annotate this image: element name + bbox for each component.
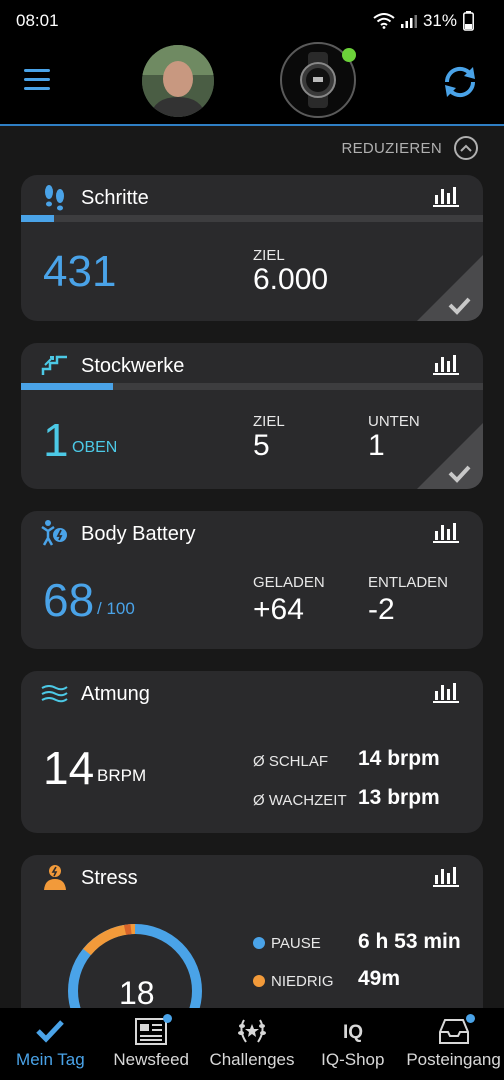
signal-icon bbox=[400, 15, 417, 28]
bar-chart-icon[interactable] bbox=[433, 353, 459, 375]
floors-down-value: 1 bbox=[368, 429, 385, 462]
reduce-button[interactable]: REDUZIEREN bbox=[341, 136, 478, 160]
floors-goal-label: ZIEL bbox=[253, 413, 285, 430]
card-title: Atmung bbox=[81, 683, 150, 705]
stairs-icon bbox=[41, 355, 67, 375]
footsteps-icon bbox=[45, 185, 64, 211]
body-battery-unit: / 100 bbox=[97, 599, 135, 618]
respiration-unit: BRPM bbox=[97, 766, 147, 785]
respiration-card[interactable]: Atmung 14 BRPM Ø SCHLAF 14 brpm Ø WACHZE… bbox=[21, 671, 483, 833]
bar-chart-icon[interactable] bbox=[433, 681, 459, 703]
charged-label: GELADEN bbox=[253, 574, 325, 591]
steps-goal-label: ZIEL bbox=[253, 247, 285, 264]
iq-icon: IQ bbox=[343, 1022, 363, 1043]
goal-check-icon bbox=[417, 255, 483, 321]
status-time: 08:01 bbox=[16, 11, 59, 30]
notification-badge bbox=[163, 1014, 173, 1023]
bar-chart-icon[interactable] bbox=[433, 521, 459, 543]
inbox-icon bbox=[438, 1019, 469, 1044]
wind-icon bbox=[41, 685, 68, 703]
nav-label: Challenges bbox=[209, 1050, 295, 1069]
awake-avg-value: 13 brpm bbox=[358, 786, 440, 809]
hamburger-icon[interactable] bbox=[24, 69, 50, 91]
app-header bbox=[0, 42, 504, 126]
avatar[interactable] bbox=[142, 45, 214, 117]
wifi-icon bbox=[373, 13, 395, 29]
low-value: 49m bbox=[358, 967, 401, 990]
awake-avg-label: Ø WACHZEIT bbox=[253, 792, 347, 809]
stress-icon bbox=[44, 865, 66, 890]
rest-legend-dot bbox=[253, 937, 265, 949]
steps-card[interactable]: Schritte 431 ZIEL 6.000 bbox=[21, 175, 483, 321]
nav-mein-tag[interactable]: Mein Tag bbox=[0, 1008, 101, 1080]
charged-value: +64 bbox=[253, 593, 304, 626]
bar-chart-icon[interactable] bbox=[433, 185, 459, 207]
sleep-avg-value: 14 brpm bbox=[358, 747, 440, 770]
notification-badge bbox=[465, 1014, 475, 1023]
stress-value: 18 bbox=[119, 975, 155, 1011]
nav-label: Mein Tag bbox=[16, 1050, 85, 1069]
svg-text:IQ: IQ bbox=[343, 1022, 363, 1043]
steps-progress-bar bbox=[21, 215, 483, 222]
rest-value: 6 h 53 min bbox=[358, 930, 461, 953]
low-legend-dot bbox=[253, 975, 265, 987]
steps-value: 431 bbox=[43, 247, 117, 296]
card-title: Schritte bbox=[81, 187, 149, 209]
chevron-up-icon bbox=[454, 136, 478, 160]
sleep-avg-label: Ø SCHLAF bbox=[253, 753, 329, 770]
floors-down-label: UNTEN bbox=[368, 413, 420, 430]
floors-card[interactable]: Stockwerke 1 OBEN ZIEL 5 UNTEN 1 bbox=[21, 343, 483, 489]
nav-label: IQ-Shop bbox=[321, 1050, 385, 1069]
battery-percent: 31% bbox=[422, 11, 457, 30]
goal-check-icon bbox=[417, 423, 483, 489]
checkmark-icon bbox=[36, 1020, 65, 1043]
bar-chart-icon[interactable] bbox=[433, 865, 459, 887]
floors-value: 1 bbox=[43, 414, 69, 466]
card-title: Stockwerke bbox=[81, 355, 185, 377]
respiration-value: 14 bbox=[43, 742, 95, 794]
nav-iq-shop[interactable]: IQ IQ-Shop bbox=[302, 1008, 403, 1080]
reduce-label: REDUZIEREN bbox=[341, 139, 442, 157]
laurel-icon bbox=[237, 1019, 266, 1043]
drained-label: ENTLADEN bbox=[368, 574, 449, 591]
low-label: NIEDRIG bbox=[271, 973, 334, 990]
card-title: Stress bbox=[81, 867, 138, 889]
status-bar: 08:01 31% bbox=[0, 0, 504, 42]
sync-icon[interactable] bbox=[440, 62, 480, 102]
body-battery-icon bbox=[41, 520, 67, 546]
nav-label: Newsfeed bbox=[113, 1050, 189, 1069]
floors-progress-bar bbox=[21, 383, 483, 390]
nav-challenges[interactable]: Challenges bbox=[202, 1008, 303, 1080]
connection-status-dot bbox=[342, 48, 356, 62]
card-title: Body Battery bbox=[81, 523, 196, 545]
bottom-navigation: Mein Tag Newsfeed Challenges IQ IQ-Shop … bbox=[0, 1008, 504, 1080]
nav-label: Posteingang bbox=[406, 1050, 501, 1069]
body-battery-value: 68 bbox=[43, 574, 95, 626]
rest-label: PAUSE bbox=[271, 935, 321, 952]
floors-unit: OBEN bbox=[72, 439, 118, 456]
floors-goal-value: 5 bbox=[253, 429, 270, 462]
steps-goal-value: 6.000 bbox=[253, 263, 329, 296]
battery-icon bbox=[463, 11, 474, 31]
nav-newsfeed[interactable]: Newsfeed bbox=[101, 1008, 202, 1080]
stress-card[interactable]: Stress 18 PAUSE 6 h 53 min NIEDRIG 49m bbox=[21, 855, 483, 1015]
nav-posteingang[interactable]: Posteingang bbox=[403, 1008, 504, 1080]
drained-value: -2 bbox=[368, 593, 395, 626]
body-battery-card[interactable]: Body Battery 68 / 100 GELADEN +64 ENTLAD… bbox=[21, 511, 483, 649]
